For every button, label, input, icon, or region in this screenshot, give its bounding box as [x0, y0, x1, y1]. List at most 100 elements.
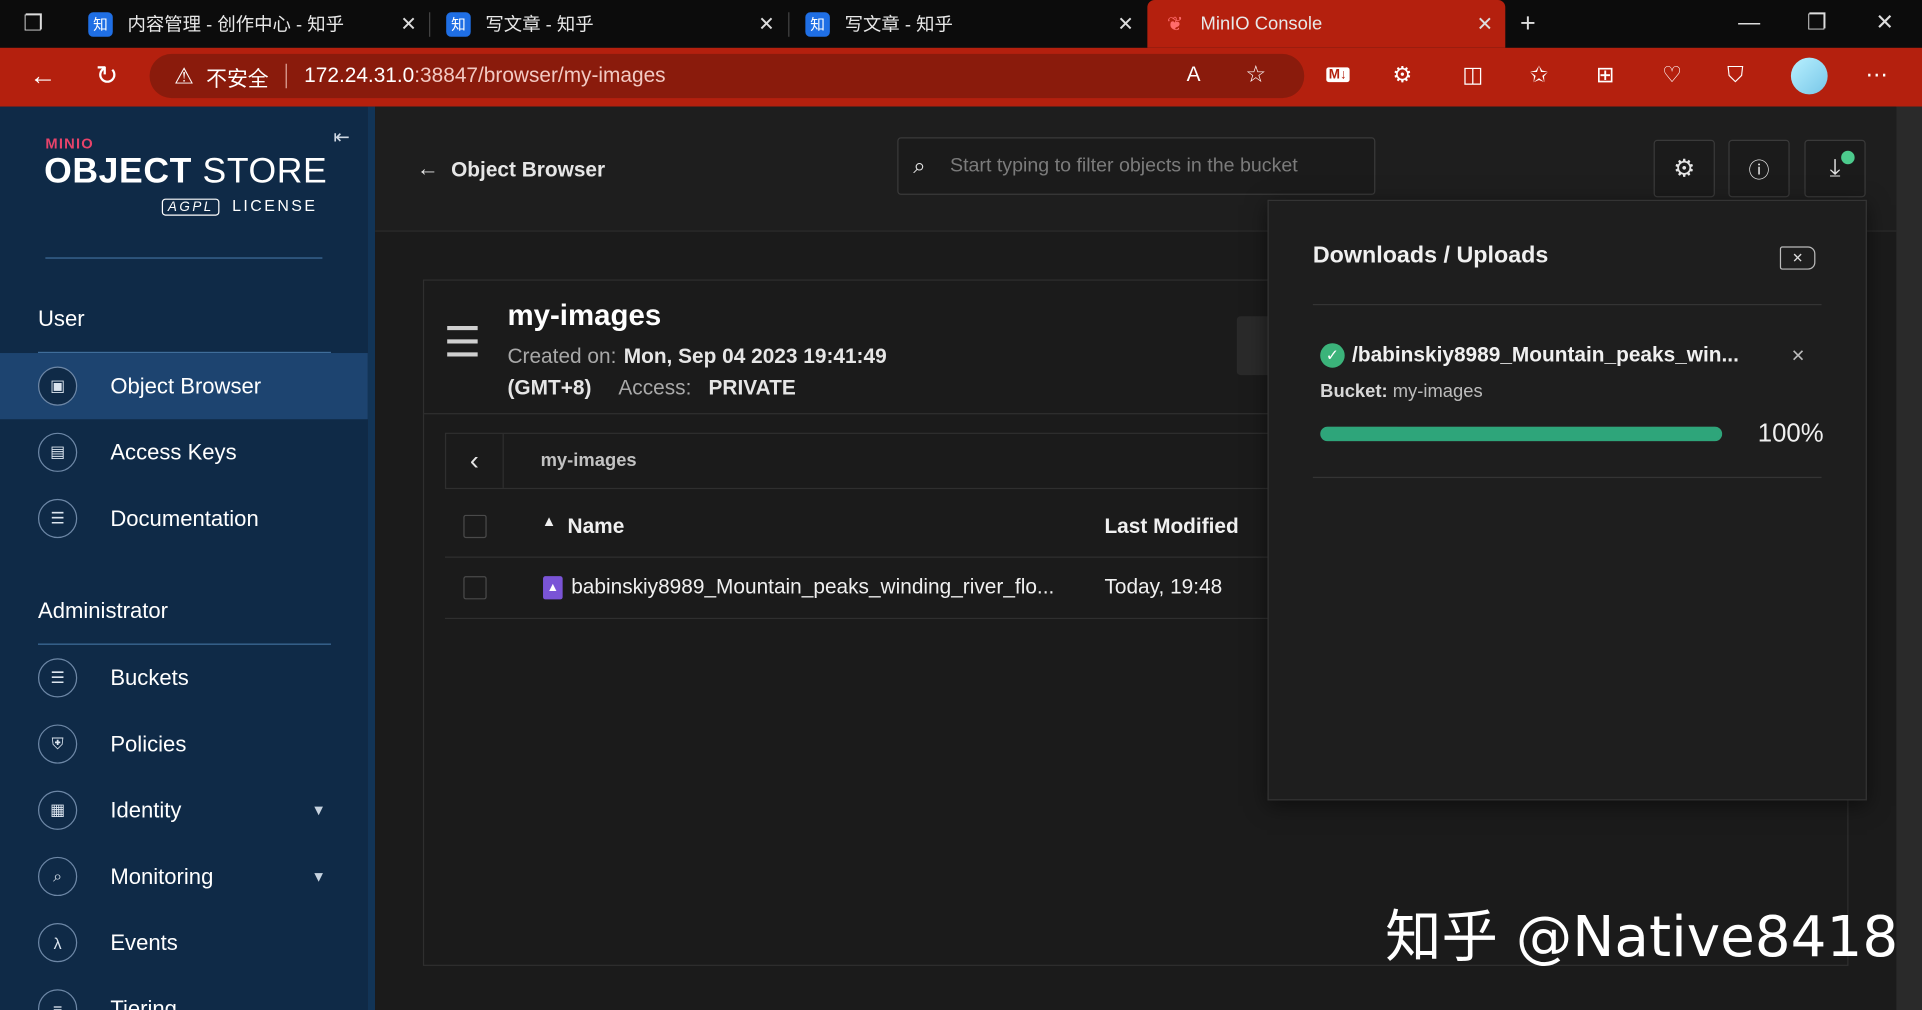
new-tab-icon[interactable]: +: [1520, 7, 1536, 39]
url-field[interactable]: ⚠ 不安全 172.24.31.0 :38847/browser/my-imag…: [149, 53, 1305, 99]
logo-product-bold: OBJECT: [44, 151, 193, 192]
browser-tab-1[interactable]: 知 内容管理 - 创作中心 - 知乎 ✕: [74, 0, 429, 48]
sidebar-item-identity[interactable]: ▦ Identity ▼: [0, 777, 368, 843]
gear-icon: ⚙: [1673, 155, 1696, 183]
back-icon[interactable]: ←: [29, 60, 56, 92]
collapse-sidebar-icon[interactable]: ⇤: [333, 125, 349, 150]
tab-title: 写文章 - 知乎: [844, 14, 953, 36]
restore-icon[interactable]: ❐: [1807, 10, 1827, 36]
sidebar-item-tiering[interactable]: ≡ Tiering: [0, 976, 368, 1010]
sidebar-item-label: Object Browser: [110, 373, 262, 398]
panel-divider: [1312, 303, 1822, 306]
browser-tab-strip: ❐ 知 内容管理 - 创作中心 - 知乎 ✕ 知 写文章 - 知乎 ✕ 知 写文…: [0, 0, 1922, 48]
close-tab-icon[interactable]: ✕: [1117, 12, 1133, 37]
page-scrollbar[interactable]: [1896, 106, 1922, 1010]
tab-divider: [788, 12, 790, 37]
downloads-title: Downloads / Uploads: [1312, 242, 1549, 269]
download-item-bucket: Bucket: my-images: [1320, 381, 1482, 402]
minio-favicon-icon: ❦: [1166, 14, 1184, 35]
tiering-icon: ≡: [37, 989, 78, 1010]
browser-tab-3[interactable]: 知 写文章 - 知乎 ✕: [791, 0, 1146, 48]
close-tab-icon[interactable]: ✕: [400, 12, 416, 37]
breadcrumb-item[interactable]: my-images: [541, 450, 637, 471]
back-arrow-icon[interactable]: ←: [417, 156, 439, 182]
profile-avatar[interactable]: [1790, 57, 1828, 95]
sort-asc-icon[interactable]: ▲: [542, 512, 557, 529]
bucket-action-button[interactable]: [1236, 316, 1269, 376]
sidebar-scrollbar[interactable]: [367, 106, 376, 1010]
url-divider: [285, 63, 288, 89]
notification-dot: [1841, 150, 1855, 165]
favorite-star-icon[interactable]: ☆: [1245, 61, 1266, 89]
tab-title: MinIO Console: [1200, 13, 1323, 35]
created-label: Created on:: [507, 344, 617, 368]
sidebar-item-label: Documentation: [110, 505, 259, 531]
refresh-icon[interactable]: ↻: [96, 60, 119, 92]
zhihu-favicon-icon: 知: [805, 11, 830, 37]
sidebar-item-events[interactable]: λ Events: [0, 910, 368, 976]
object-name[interactable]: babinskiy8989_Mountain_peaks_winding_riv…: [571, 575, 1054, 600]
read-aloud-icon[interactable]: A: [1187, 63, 1201, 88]
sidebar-heading-administrator: Administrator: [37, 598, 168, 623]
bucket-name: my-images: [507, 299, 662, 333]
sidebar-item-documentation[interactable]: ☰ Documentation: [0, 485, 368, 551]
security-label: 不安全: [206, 66, 269, 91]
object-filter-search[interactable]: ⌕: [897, 137, 1376, 195]
progress-percent: 100%: [1757, 419, 1824, 448]
sidebar-item-label: Access Keys: [110, 439, 237, 464]
logo-product-text: STORE: [202, 151, 328, 192]
downloads-button[interactable]: ⤓: [1804, 139, 1866, 198]
help-icon: ⓘ: [1748, 159, 1770, 183]
object-last-modified: Today, 19:48: [1104, 574, 1223, 599]
sidebar-item-policies[interactable]: ⛨ Policies: [0, 711, 368, 777]
bucket-icon: ☰: [37, 658, 78, 698]
select-all-checkbox[interactable]: [463, 514, 487, 539]
chevron-down-icon[interactable]: ▼: [311, 868, 326, 885]
bucket-icon: ☰: [443, 319, 482, 367]
remove-item-icon[interactable]: ✕: [1791, 346, 1805, 367]
markdown-extension-icon[interactable]: M↓: [1326, 67, 1350, 83]
performance-icon[interactable]: ♡: [1662, 63, 1682, 89]
browser-tab-minio[interactable]: ❦ MinIO Console ✕: [1147, 0, 1506, 48]
help-button[interactable]: ⓘ: [1728, 139, 1790, 198]
more-menu-icon[interactable]: ⋯: [1866, 63, 1888, 89]
access-label: Access:: [618, 376, 692, 400]
sidebar-item-label: Monitoring: [110, 863, 214, 889]
timezone: (GMT+8): [507, 376, 592, 400]
collections-icon[interactable]: ⊞: [1596, 63, 1615, 89]
documentation-icon: ☰: [37, 498, 78, 539]
clear-all-icon[interactable]: ✕: [1779, 246, 1816, 270]
row-checkbox[interactable]: [463, 576, 487, 600]
download-item-file: /babinskiy8989_Mountain_peaks_win...: [1352, 343, 1739, 367]
url-host: 172.24.31.0: [304, 63, 415, 88]
close-tab-icon[interactable]: ✕: [1477, 12, 1493, 37]
column-name[interactable]: Name: [568, 515, 625, 540]
logo-license: AGPL LICENSE: [161, 196, 318, 216]
close-window-icon[interactable]: ✕: [1875, 10, 1894, 36]
zhihu-favicon-icon: 知: [446, 11, 471, 37]
sidebar-item-monitoring[interactable]: ⌕ Monitoring ▼: [0, 843, 368, 909]
favorites-icon[interactable]: ✩: [1530, 63, 1549, 89]
settings-button[interactable]: ⚙: [1653, 139, 1715, 198]
close-tab-icon[interactable]: ✕: [758, 12, 774, 37]
tab-actions-icon[interactable]: ❐: [23, 11, 43, 37]
browser-essentials-icon[interactable]: ⛉: [1727, 63, 1744, 89]
search-input[interactable]: [949, 148, 1367, 186]
chevron-down-icon[interactable]: ▼: [311, 802, 326, 819]
split-screen-icon[interactable]: ◫: [1462, 63, 1483, 89]
download-icon: ⤓: [1829, 154, 1841, 182]
tab-divider: [429, 12, 431, 37]
minimize-icon[interactable]: —: [1738, 10, 1760, 36]
sidebar-item-object-browser[interactable]: ▣ Object Browser: [0, 353, 368, 420]
browser-tab-2[interactable]: 知 写文章 - 知乎 ✕: [431, 0, 786, 48]
identity-card-icon: ▦: [37, 790, 78, 830]
extensions-icon[interactable]: ⚙: [1393, 63, 1413, 89]
sidebar-item-access-keys[interactable]: ▤ Access Keys: [0, 419, 368, 485]
column-last-modified[interactable]: Last Modified: [1104, 515, 1238, 540]
downloads-panel: [1267, 199, 1867, 801]
agpl-badge: AGPL: [161, 198, 220, 216]
url-path: :38847/browser/my-images: [414, 63, 666, 88]
logo-divider: [45, 257, 323, 259]
sidebar-item-buckets[interactable]: ☰ Buckets: [0, 645, 368, 711]
breadcrumb-back-button[interactable]: ‹: [446, 433, 504, 488]
